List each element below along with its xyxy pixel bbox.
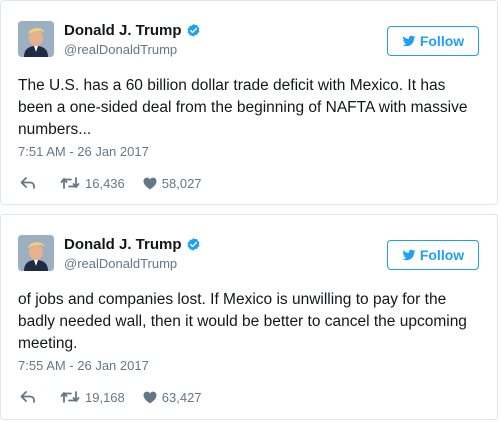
retweet-icon: [60, 177, 80, 189]
tweet-text: of jobs and companies lost. If Mexico is…: [18, 291, 467, 352]
avatar[interactable]: [18, 21, 54, 57]
bird-icon: [402, 249, 416, 261]
author-handle[interactable]: @realDonaldTrump: [64, 42, 177, 57]
tweet-timestamp[interactable]: 7:51 AM - 26 Jan 2017: [18, 144, 149, 159]
reply-icon: [20, 391, 35, 403]
avatar-image-icon: [18, 235, 54, 271]
verified-badge-icon: [187, 23, 199, 37]
retweet-count: 19,168: [85, 389, 125, 405]
author-row: Donald J. Trump: [64, 22, 201, 39]
tweet-text: The U.S. has a 60 billion dollar trade d…: [18, 77, 468, 138]
reply-button[interactable]: [20, 390, 36, 404]
retweet-count: 16,436: [85, 175, 125, 191]
like-button[interactable]: 63,427: [143, 390, 202, 405]
heart-icon: [143, 177, 157, 189]
follow-button[interactable]: Follow: [387, 240, 479, 270]
retweet-button[interactable]: 19,168: [60, 390, 125, 405]
reply-icon: [20, 177, 35, 189]
tweet-card: Donald J. Trump @realDonaldTrump Follow …: [0, 214, 498, 420]
retweet-icon: [60, 391, 80, 403]
author-row: Donald J. Trump: [64, 236, 201, 253]
avatar[interactable]: [18, 235, 54, 271]
tweet-timestamp[interactable]: 7:55 AM - 26 Jan 2017: [18, 358, 149, 373]
follow-button[interactable]: Follow: [387, 26, 479, 56]
tweet-actions: 16,436 58,027: [20, 174, 202, 192]
author-handle[interactable]: @realDonaldTrump: [64, 256, 177, 271]
heart-icon: [143, 391, 157, 403]
verified-badge-icon: [187, 237, 199, 251]
like-count: 58,027: [161, 175, 202, 191]
like-count: 63,427: [161, 389, 202, 405]
author-name[interactable]: Donald J. Trump: [64, 236, 182, 253]
bird-icon: [402, 35, 416, 47]
reply-button[interactable]: [20, 176, 36, 190]
retweet-button[interactable]: 16,436: [60, 176, 125, 191]
tweet-card: Donald J. Trump @realDonaldTrump Follow …: [0, 0, 498, 205]
tweet-actions: 19,168 63,427: [20, 388, 202, 406]
author-name[interactable]: Donald J. Trump: [64, 22, 182, 39]
follow-label: Follow: [419, 247, 465, 263]
avatar-image-icon: [18, 21, 54, 57]
follow-label: Follow: [419, 33, 465, 49]
like-button[interactable]: 58,027: [143, 176, 202, 191]
